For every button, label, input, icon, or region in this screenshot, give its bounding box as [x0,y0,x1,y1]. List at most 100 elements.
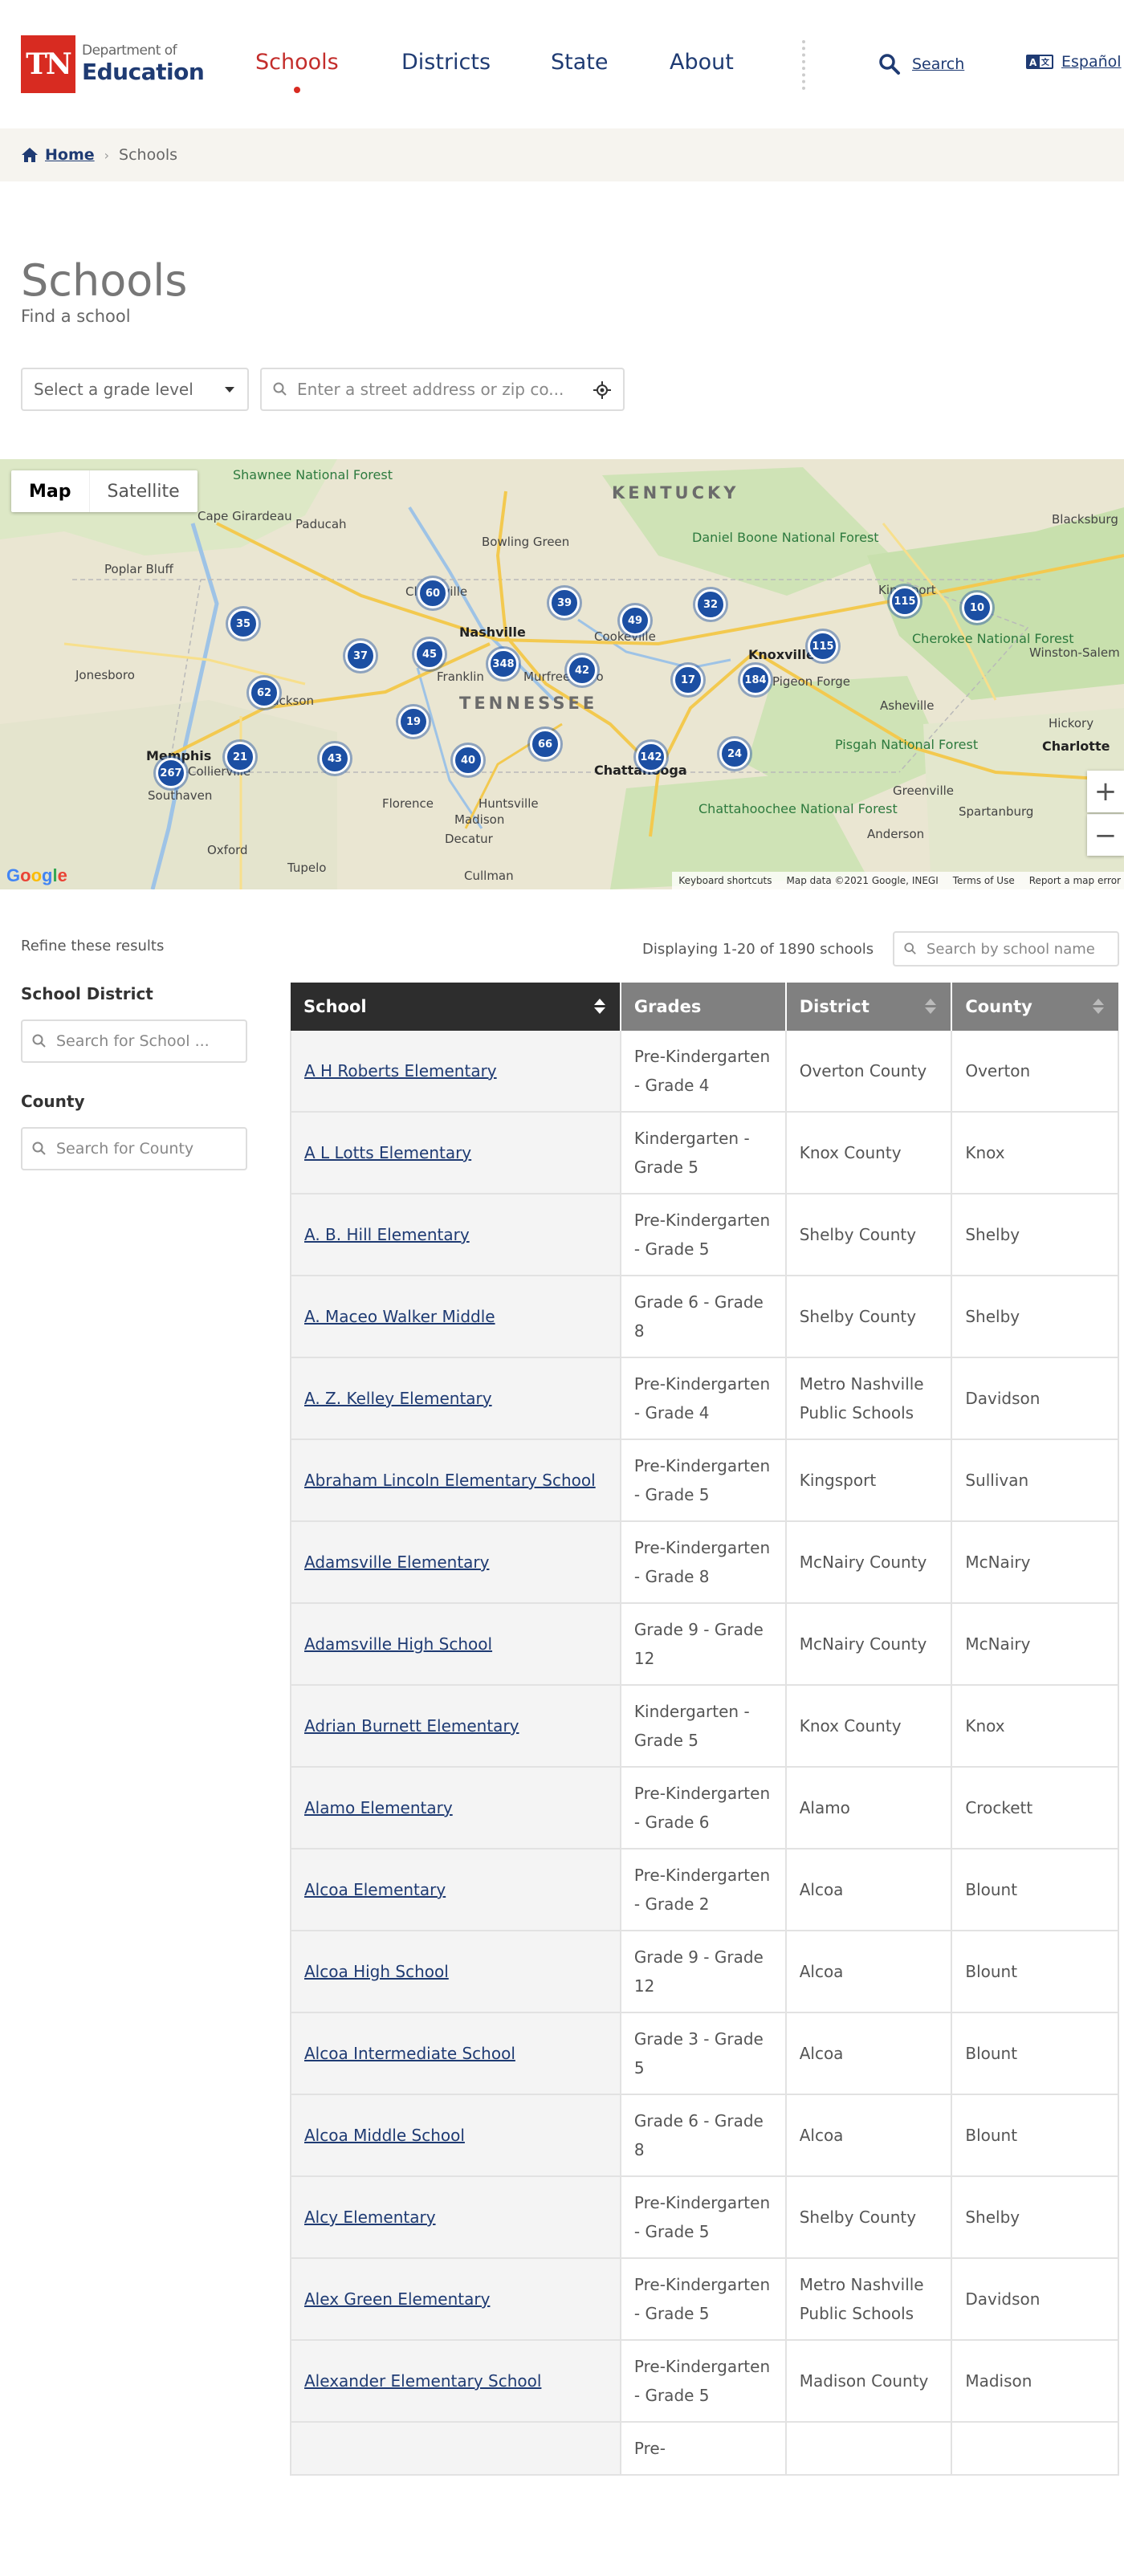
school-cluster-marker[interactable]: 10 [962,592,992,623]
school-link[interactable]: A. B. Hill Elementary [304,1225,470,1244]
school-cluster-marker[interactable]: 45 [414,639,445,669]
school-cluster-marker[interactable]: 32 [695,589,726,620]
report-map-error-link[interactable]: Report a map error [1029,875,1121,886]
page-title: Schools [21,255,188,306]
school-link[interactable]: Alcy Elementary [304,2208,436,2227]
school-link[interactable]: A. Z. Kelley Elementary [304,1389,492,1408]
school-link[interactable]: Alamo Elementary [304,1798,453,1817]
school-link[interactable]: A H Roberts Elementary [304,1061,497,1080]
map-label-city: Franklin [437,669,484,684]
breadcrumb-home[interactable]: Home [45,146,95,164]
zoom-out-button[interactable]: − [1087,814,1124,856]
school-cluster-marker[interactable]: 43 [320,743,350,774]
county-search-input[interactable]: Search for County [21,1127,247,1170]
grades-cell: Pre-Kindergarten - Grade 6 [620,1767,787,1850]
school-link[interactable]: Alcoa Elementary [304,1880,446,1899]
logo-line2: Education [82,58,205,85]
school-cluster-marker[interactable]: 19 [398,706,429,737]
nav-schools[interactable]: Schools [255,50,339,75]
school-cluster-marker[interactable]: 42 [567,655,597,686]
table-row: Alcoa Elementary Pre-Kindergarten - Grade… [290,1849,1119,1931]
caret-down-icon [225,387,234,393]
active-nav-indicator [294,87,300,93]
keyboard-shortcuts-link[interactable]: Keyboard shortcuts [678,875,772,886]
school-link[interactable]: Adrian Burnett Elementary [304,1716,519,1736]
school-cluster-marker[interactable]: 37 [345,641,376,671]
map-label-city: Greenville [893,783,955,798]
county-cell: Madison [951,2340,1119,2423]
school-cluster-marker[interactable]: 142 [636,742,666,772]
nav-state[interactable]: State [551,50,608,75]
school-link[interactable]: Adamsville Elementary [304,1553,489,1572]
locate-me-icon[interactable] [593,380,612,400]
school-cluster-marker[interactable]: 39 [549,588,580,618]
map-label-city: Decatur [445,832,493,846]
school-link[interactable]: Alcoa Middle School [304,2126,465,2145]
nav-about[interactable]: About [670,50,734,75]
map-label-city: Huntsville [479,796,539,811]
language-link[interactable]: A文 Español [1026,53,1122,71]
map-label-city: Tupelo [287,861,327,875]
county-cell: Knox [951,1685,1119,1768]
table-row: A. Maceo Walker Middle Grade 6 - Grade 8S… [290,1276,1119,1358]
grade-level-select[interactable]: Select a grade level [21,368,249,411]
county-cell: Knox [951,1112,1119,1194]
school-cluster-marker[interactable]: 35 [228,608,259,639]
map-label-city: Jonesboro [75,668,135,682]
map-label-park: Chattahoochee National Forest [698,801,898,816]
column-header-school[interactable]: School [291,983,621,1031]
school-cluster-marker[interactable]: 60 [417,578,448,608]
column-header-district[interactable]: District [785,983,953,1031]
school-cell: Alcoa High School [290,1931,621,2013]
school-cluster-marker[interactable]: 21 [225,742,255,772]
translate-icon: A文 [1026,55,1053,69]
map-label-state: TENNESSEE [459,694,598,713]
county-cell: Blount [951,1849,1119,1931]
school-cluster-marker[interactable]: 115 [808,631,838,661]
school-link[interactable]: Alcoa High School [304,1962,449,1981]
school-link[interactable]: Adamsville High School [304,1634,492,1654]
address-search-input[interactable]: Enter a street address or zip co... [260,368,625,411]
nav-districts[interactable]: Districts [401,50,491,75]
school-district-search-input[interactable]: Search for School ... [21,1019,247,1063]
column-header-grades: Grades [620,983,787,1031]
map-label-city: Knoxville [748,647,815,662]
school-link[interactable]: Alexander Elementary School [304,2371,541,2391]
school-cluster-marker[interactable]: 62 [249,678,279,708]
column-header-county[interactable]: County [951,983,1118,1031]
tn-doe-logo[interactable]: TN Department of Education [21,35,205,93]
schools-table-body: A H Roberts Elementary Pre-Kindergarten -… [290,1031,1119,2476]
search-link[interactable]: Search [878,53,964,75]
school-name-search-input[interactable]: Search by school name [893,931,1119,967]
school-cluster-marker[interactable]: 184 [740,665,771,695]
school-cluster-marker[interactable]: 348 [488,649,519,679]
school-cluster-marker[interactable]: 40 [453,745,483,775]
district-cell: Alcoa [785,2012,953,2095]
search-icon [273,382,287,396]
school-link[interactable]: Abraham Lincoln Elementary School [304,1471,596,1490]
school-cluster-marker[interactable]: 17 [673,665,703,695]
school-link[interactable]: A L Lotts Elementary [304,1143,471,1162]
grades-cell: Pre-Kindergarten - Grade 8 [620,1521,787,1604]
map-label-city: Bowling Green [482,535,570,549]
sort-icon [925,999,937,1015]
school-cluster-marker[interactable]: 66 [530,729,560,759]
school-cluster-marker[interactable]: 115 [890,586,920,617]
school-cell: Alex Green Elementary [290,2258,621,2341]
terms-of-use-link[interactable]: Terms of Use [953,875,1015,886]
school-link[interactable]: A. Maceo Walker Middle [304,1307,495,1326]
search-icon [879,54,900,75]
school-link[interactable]: Alex Green Elementary [304,2289,490,2309]
district-cell: Alamo [785,1767,953,1850]
district-cell: Knox County [785,1112,953,1194]
school-cluster-marker[interactable]: 49 [620,605,650,636]
school-cluster-marker[interactable]: 267 [156,758,186,788]
map-label-city: Charlotte [1042,739,1110,754]
map-label-state: KENTUCKY [612,483,739,503]
schools-map[interactable]: Map Satellite KENTUCKY TENNESSEE Shawnee… [0,459,1124,889]
school-cluster-marker[interactable]: 24 [719,739,750,769]
map-tab-map[interactable]: Map [11,470,89,512]
school-link[interactable]: Alcoa Intermediate School [304,2044,515,2063]
map-tab-satellite[interactable]: Satellite [88,470,198,512]
zoom-in-button[interactable]: + [1087,771,1124,812]
